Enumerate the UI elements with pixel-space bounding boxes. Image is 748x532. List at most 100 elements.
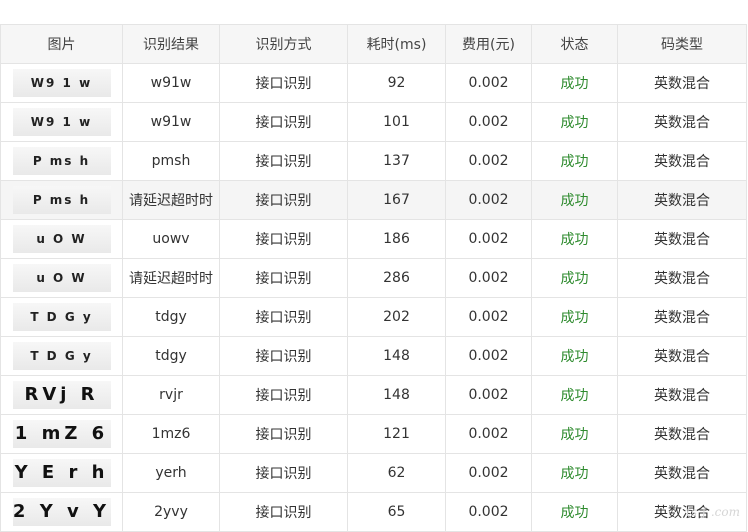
cell-code-type: 英数混合 (617, 219, 747, 259)
cell-result: 1mz6 (122, 414, 220, 454)
table-row[interactable]: Y E r h yerh 接口识别 62 0.002 成功 英数混合 (0, 453, 747, 493)
cell-time: 148 (347, 375, 446, 415)
cell-result: w91w (122, 102, 220, 142)
header-time: 耗时(ms) (347, 24, 446, 64)
cell-cost: 0.002 (445, 297, 532, 337)
cell-result: yerh (122, 453, 220, 493)
captcha-image: T D G y (12, 342, 111, 370)
cell-image: u O W (0, 219, 123, 259)
cell-code-type: 英数混合 (617, 258, 747, 298)
cell-status: 成功 (531, 258, 618, 298)
cell-code-type: 英数混合 (617, 336, 747, 376)
cell-result: w91w (122, 63, 220, 103)
cell-image: W9 1 w (0, 63, 123, 103)
header-row: 图片 识别结果 识别方式 耗时(ms) 费用(元) 状态 码类型 (0, 24, 747, 64)
cell-method: 接口识别 (219, 258, 348, 298)
table-row[interactable]: P ms h pmsh 接口识别 137 0.002 成功 英数混合 (0, 141, 747, 181)
captcha-image: Y E r h (12, 459, 111, 487)
cell-status: 成功 (531, 336, 618, 376)
captcha-image: 2 Y v Y (12, 498, 111, 526)
table-row[interactable]: W9 1 w w91w 接口识别 92 0.002 成功 英数混合 (0, 63, 747, 103)
cell-code-type: 英数混合 (617, 375, 747, 415)
cell-code-type: 英数混合 (617, 180, 747, 220)
table-row[interactable]: W9 1 w w91w 接口识别 101 0.002 成功 英数混合 (0, 102, 747, 142)
cell-status: 成功 (531, 219, 618, 259)
cell-cost: 0.002 (445, 336, 532, 376)
cell-result: 请延迟超时时 (122, 258, 220, 298)
cell-status: 成功 (531, 180, 618, 220)
header-code-type: 码类型 (617, 24, 747, 64)
cell-time: 62 (347, 453, 446, 493)
cell-cost: 0.002 (445, 414, 532, 454)
header-status: 状态 (531, 24, 618, 64)
cell-cost: 0.002 (445, 219, 532, 259)
table-row[interactable]: RVj R rvjr 接口识别 148 0.002 成功 英数混合 (0, 375, 747, 415)
cell-image: Y E r h (0, 453, 123, 493)
cell-time: 65 (347, 492, 446, 532)
cell-image: 2 Y v Y (0, 492, 123, 532)
cell-result: tdgy (122, 297, 220, 337)
table-row[interactable]: u O W uowv 接口识别 186 0.002 成功 英数混合 (0, 219, 747, 259)
captcha-image: W9 1 w (12, 108, 111, 136)
header-method: 识别方式 (219, 24, 348, 64)
cell-image: RVj R (0, 375, 123, 415)
cell-image: P ms h (0, 141, 123, 181)
cell-code-type: 英数混合 (617, 141, 747, 181)
cell-time: 148 (347, 336, 446, 376)
cell-method: 接口识别 (219, 297, 348, 337)
table-row[interactable]: u O W 请延迟超时时 接口识别 286 0.002 成功 英数混合 (0, 258, 747, 298)
header-result: 识别结果 (122, 24, 220, 64)
captcha-image: P ms h (12, 186, 111, 214)
cell-time: 167 (347, 180, 446, 220)
cell-method: 接口识别 (219, 336, 348, 376)
cell-image: T D G y (0, 336, 123, 376)
captcha-image: W9 1 w (12, 69, 111, 97)
recognition-results-table: 图片 识别结果 识别方式 耗时(ms) 费用(元) 状态 码类型 W9 1 w w… (0, 24, 747, 532)
cell-cost: 0.002 (445, 141, 532, 181)
table-row[interactable]: P ms h 请延迟超时时 接口识别 167 0.002 成功 英数混合 (0, 180, 747, 220)
cell-time: 121 (347, 414, 446, 454)
cell-code-type: 英数混合 (617, 414, 747, 454)
table-row[interactable]: 1 mZ 6 1mz6 接口识别 121 0.002 成功 英数混合 (0, 414, 747, 454)
table-row[interactable]: 2 Y v Y 2yvy 接口识别 65 0.002 成功 英数混合 (0, 492, 747, 532)
cell-image: 1 mZ 6 (0, 414, 123, 454)
cell-image: T D G y (0, 297, 123, 337)
cell-result: 2yvy (122, 492, 220, 532)
cell-image: u O W (0, 258, 123, 298)
cell-method: 接口识别 (219, 492, 348, 532)
cell-method: 接口识别 (219, 63, 348, 103)
captcha-image: RVj R (12, 381, 111, 409)
watermark-logo: ts ∫ .com (686, 505, 740, 519)
captcha-image: u O W (12, 264, 111, 292)
cell-status: 成功 (531, 375, 618, 415)
captcha-image: 1 mZ 6 (12, 420, 111, 448)
cell-result: 请延迟超时时 (122, 180, 220, 220)
captcha-image: P ms h (12, 147, 111, 175)
cell-method: 接口识别 (219, 375, 348, 415)
captcha-image: T D G y (12, 303, 111, 331)
cell-result: uowv (122, 219, 220, 259)
cell-cost: 0.002 (445, 102, 532, 142)
cell-code-type: 英数混合 (617, 453, 747, 493)
captcha-image: u O W (12, 225, 111, 253)
cell-time: 202 (347, 297, 446, 337)
table-header: 图片 识别结果 识别方式 耗时(ms) 费用(元) 状态 码类型 (0, 24, 747, 64)
table-row[interactable]: T D G y tdgy 接口识别 202 0.002 成功 英数混合 (0, 297, 747, 337)
cell-method: 接口识别 (219, 180, 348, 220)
cell-status: 成功 (531, 453, 618, 493)
cell-status: 成功 (531, 492, 618, 532)
cell-result: tdgy (122, 336, 220, 376)
cell-cost: 0.002 (445, 492, 532, 532)
header-image: 图片 (0, 24, 123, 64)
cell-cost: 0.002 (445, 180, 532, 220)
cell-status: 成功 (531, 414, 618, 454)
table-row[interactable]: T D G y tdgy 接口识别 148 0.002 成功 英数混合 (0, 336, 747, 376)
cell-result: rvjr (122, 375, 220, 415)
cell-cost: 0.002 (445, 375, 532, 415)
cell-method: 接口识别 (219, 219, 348, 259)
cell-image: P ms h (0, 180, 123, 220)
cell-status: 成功 (531, 297, 618, 337)
cell-cost: 0.002 (445, 258, 532, 298)
cell-status: 成功 (531, 102, 618, 142)
cell-time: 186 (347, 219, 446, 259)
